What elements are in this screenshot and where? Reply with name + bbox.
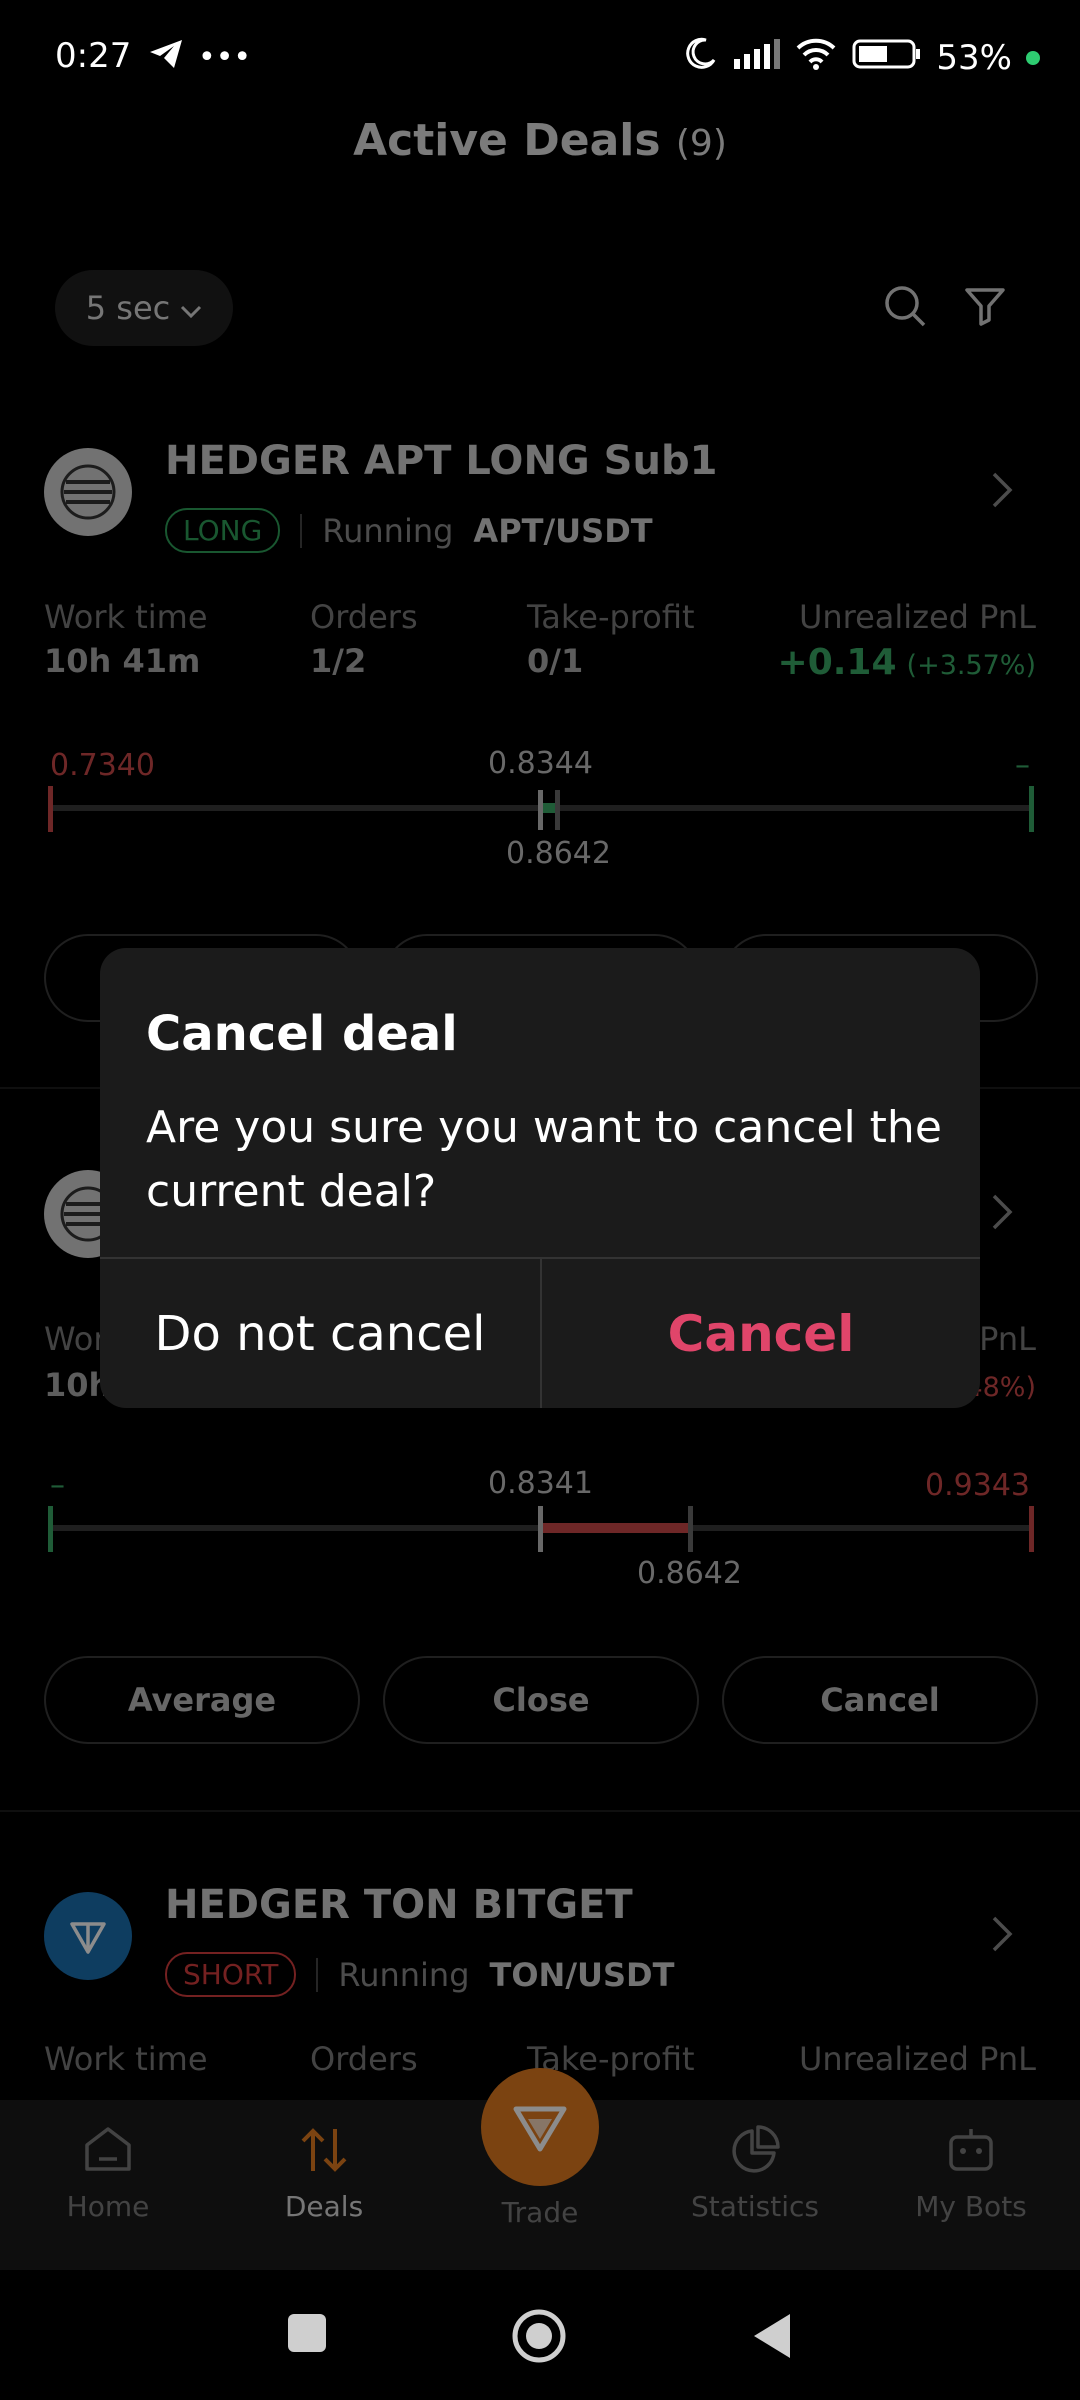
dialog-title: Cancel deal xyxy=(146,1006,458,1062)
status-dot xyxy=(1026,50,1040,65)
status-time: 0:27 xyxy=(55,36,132,76)
status-bar: 0:27 ••• 53% xyxy=(0,0,1080,115)
status-right: 53% xyxy=(684,36,1040,79)
signal-icon xyxy=(732,38,781,78)
moon-icon xyxy=(684,36,718,79)
system-navigation-bar xyxy=(0,2270,1080,2400)
battery-percent: 53% xyxy=(936,37,1012,78)
more-icon: ••• xyxy=(198,40,252,75)
dialog-message: Are you sure you want to cancel the curr… xyxy=(146,1102,942,1217)
back-button[interactable] xyxy=(752,2312,792,2364)
cancel-deal-dialog: Cancel deal Are you sure you want to can… xyxy=(100,948,980,1408)
recents-button[interactable] xyxy=(288,2314,326,2352)
battery-icon xyxy=(852,38,922,78)
wifi-icon xyxy=(794,36,838,79)
home-button[interactable] xyxy=(511,2308,567,2368)
do-not-cancel-button[interactable]: Do not cancel xyxy=(100,1259,540,1408)
confirm-cancel-button[interactable]: Cancel xyxy=(542,1259,980,1408)
telegram-icon xyxy=(148,38,184,79)
